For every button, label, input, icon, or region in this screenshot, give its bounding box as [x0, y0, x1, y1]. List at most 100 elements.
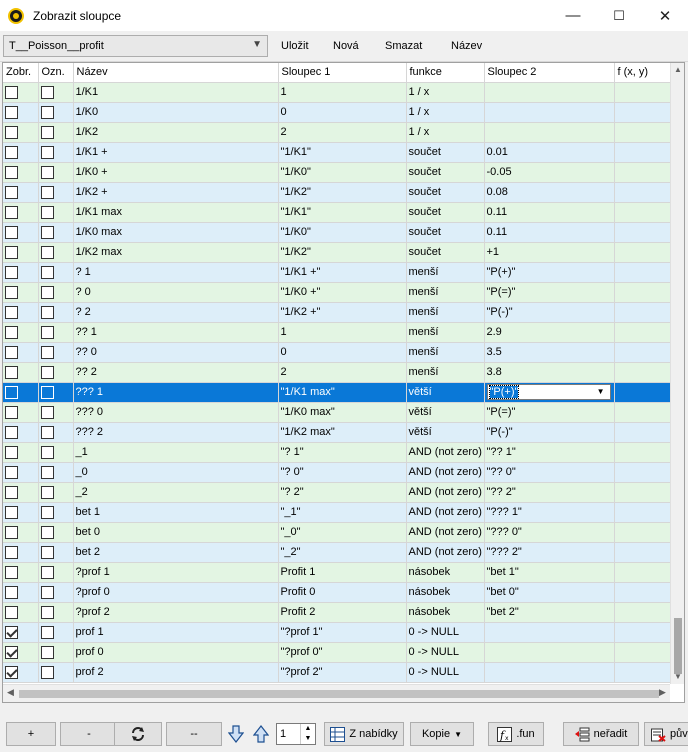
- cell-nazev[interactable]: 1/K0: [73, 102, 279, 123]
- horizontal-scroll-thumb[interactable]: [19, 690, 659, 698]
- show-checkbox[interactable]: [5, 565, 18, 579]
- cell-ozn[interactable]: [38, 142, 74, 163]
- table-row[interactable]: 1/K2 + "1/K2" součet 0.08: [3, 182, 671, 203]
- cell-sloupec1[interactable]: "1/K0 max": [278, 402, 407, 423]
- table-row[interactable]: ?prof 1 Profit 1 násobek "bet 1": [3, 562, 671, 583]
- move-up-button[interactable]: [251, 722, 271, 746]
- cell-fxy[interactable]: [614, 282, 671, 303]
- show-checkbox[interactable]: [5, 525, 18, 539]
- mark-checkbox[interactable]: [40, 205, 54, 219]
- show-checkbox[interactable]: [5, 85, 18, 99]
- mark-checkbox[interactable]: [40, 405, 54, 419]
- cell-sloupec2[interactable]: "P(+)": [484, 262, 615, 283]
- minimize-button[interactable]: —: [550, 0, 596, 31]
- cell-fxy[interactable]: [614, 642, 671, 663]
- cell-zobr[interactable]: [3, 282, 39, 303]
- cell-ozn[interactable]: [38, 402, 74, 423]
- horizontal-scrollbar[interactable]: ◀ ▶: [3, 684, 670, 702]
- cell-sloupec1[interactable]: "_2": [278, 542, 407, 563]
- cell-sloupec1[interactable]: "?prof 1": [278, 622, 407, 643]
- cell-fxy[interactable]: [614, 542, 671, 563]
- mark-checkbox[interactable]: [40, 165, 54, 179]
- cell-ozn[interactable]: [38, 222, 74, 243]
- cell-ozn[interactable]: [38, 382, 74, 403]
- cell-ozn[interactable]: [38, 102, 74, 123]
- cell-nazev[interactable]: ?? 1: [73, 322, 279, 343]
- mark-checkbox[interactable]: [40, 245, 54, 259]
- cell-fxy[interactable]: [614, 602, 671, 623]
- show-checkbox[interactable]: [5, 605, 18, 619]
- cell-fxy[interactable]: [614, 102, 671, 123]
- refresh-button[interactable]: [114, 722, 162, 746]
- cell-zobr[interactable]: [3, 402, 39, 423]
- cell-fxy[interactable]: [614, 262, 671, 283]
- cell-funkce[interactable]: 0 -> NULL: [406, 662, 485, 683]
- cell-zobr[interactable]: [3, 382, 39, 403]
- cell-sloupec1[interactable]: "_0": [278, 522, 407, 543]
- cell-funkce[interactable]: součet: [406, 242, 485, 263]
- cell-nazev[interactable]: bet 0: [73, 522, 279, 543]
- cell-sloupec2[interactable]: "bet 0": [484, 582, 615, 603]
- table-row[interactable]: ??? 1 "1/K1 max" větší "P(+)" ▼: [3, 382, 671, 403]
- maximize-button[interactable]: ☐: [596, 0, 642, 31]
- cell-sloupec1[interactable]: "1/K1": [278, 142, 407, 163]
- vertical-scrollbar[interactable]: ▲ ▼: [670, 63, 684, 684]
- cell-ozn[interactable]: [38, 522, 74, 543]
- cell-nazev[interactable]: 1/K2 max: [73, 242, 279, 263]
- cell-sloupec1[interactable]: 0: [278, 102, 407, 123]
- cell-funkce[interactable]: AND (not zero): [406, 482, 485, 503]
- cell-nazev[interactable]: ? 2: [73, 302, 279, 323]
- cell-ozn[interactable]: [38, 482, 74, 503]
- table-row[interactable]: 1/K0 max "1/K0" součet 0.11: [3, 222, 671, 243]
- cell-zobr[interactable]: [3, 322, 39, 343]
- show-checkbox[interactable]: [5, 505, 18, 519]
- table-row[interactable]: 1/K1 + "1/K1" součet 0.01: [3, 142, 671, 163]
- cell-funkce[interactable]: součet: [406, 222, 485, 243]
- cell-funkce[interactable]: AND (not zero): [406, 502, 485, 523]
- mark-checkbox[interactable]: [40, 305, 54, 319]
- cell-zobr[interactable]: [3, 202, 39, 223]
- mark-checkbox[interactable]: [40, 265, 54, 279]
- cell-fxy[interactable]: [614, 522, 671, 543]
- cell-sloupec2[interactable]: 0.11: [484, 222, 615, 243]
- cell-nazev[interactable]: bet 1: [73, 502, 279, 523]
- scroll-down-icon[interactable]: ▼: [674, 672, 682, 681]
- rename-button[interactable]: Název: [451, 40, 482, 52]
- cell-sloupec1[interactable]: "?prof 2": [278, 662, 407, 683]
- cell-sloupec1[interactable]: "1/K1": [278, 202, 407, 223]
- table-row[interactable]: ??? 0 "1/K0 max" větší "P(=)": [3, 402, 671, 423]
- cell-funkce[interactable]: součet: [406, 202, 485, 223]
- fun-button[interactable]: f x .fun: [488, 722, 544, 746]
- cell-funkce[interactable]: násobek: [406, 562, 485, 583]
- cell-sloupec2[interactable]: "P(-)": [484, 422, 615, 443]
- add-row-button[interactable]: +: [6, 722, 56, 746]
- cell-ozn[interactable]: [38, 442, 74, 463]
- cell-nazev[interactable]: ?prof 1: [73, 562, 279, 583]
- cell-funkce[interactable]: součet: [406, 142, 485, 163]
- cell-ozn[interactable]: [38, 362, 74, 383]
- show-checkbox[interactable]: [5, 245, 18, 259]
- save-button[interactable]: Uložit: [281, 40, 309, 52]
- mark-checkbox[interactable]: [40, 665, 54, 679]
- cell-sloupec2[interactable]: "??? 2": [484, 542, 615, 563]
- show-checkbox[interactable]: [5, 345, 18, 359]
- show-checkbox[interactable]: [5, 545, 18, 559]
- cell-ozn[interactable]: [38, 262, 74, 283]
- mark-checkbox[interactable]: [40, 345, 54, 359]
- cell-ozn[interactable]: [38, 182, 74, 203]
- chevron-down-icon[interactable]: ▼: [597, 385, 605, 399]
- cell-fxy[interactable]: [614, 502, 671, 523]
- cell-zobr[interactable]: [3, 462, 39, 483]
- mark-checkbox[interactable]: [40, 225, 54, 239]
- cell-nazev[interactable]: prof 2: [73, 662, 279, 683]
- cell-ozn[interactable]: [38, 322, 74, 343]
- cell-sloupec2[interactable]: +1: [484, 242, 615, 263]
- mark-checkbox[interactable]: [40, 465, 54, 479]
- show-checkbox[interactable]: [5, 645, 18, 659]
- cell-sloupec2[interactable]: 0.08: [484, 182, 615, 203]
- show-checkbox[interactable]: [5, 405, 18, 419]
- cell-zobr[interactable]: [3, 642, 39, 663]
- cell-zobr[interactable]: [3, 522, 39, 543]
- mark-checkbox[interactable]: [40, 605, 54, 619]
- table-row[interactable]: ? 1 "1/K1 +" menší "P(+)": [3, 262, 671, 283]
